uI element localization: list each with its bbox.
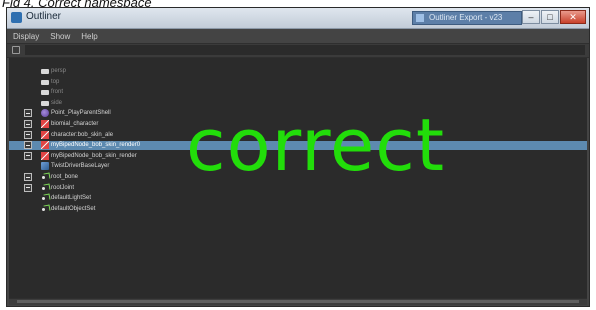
menu-bar: Display Show Help [7,29,589,43]
tree-item-label: root_bone [51,174,79,180]
tree-row[interactable]: biomial_character [9,120,587,129]
tree-row[interactable]: rootJoint [9,183,587,193]
tree-item-label: TwistDriverBaseLayer [51,163,110,170]
expand-toggle-icon[interactable] [24,109,32,118]
maximize-button[interactable]: □ [541,10,559,24]
camera-icon [41,79,49,85]
tree-item-label: defaultObjectSet [51,205,96,212]
tree-item-label: character:bob_skin_ale [51,131,114,138]
tree-item-label: persp [51,68,67,74]
tree-item-label: Point_PlayParentShell [51,110,111,117]
tree-item-label: biomial_character [51,121,99,127]
expand-toggle-icon[interactable] [24,151,32,160]
task-app-icon [416,14,424,22]
horizontal-scrollbar[interactable] [9,298,587,305]
tree-item-label: front [51,89,64,96]
reference-icon [41,141,49,150]
menu-show[interactable]: Show [50,32,70,41]
tree-item-label: myBipedNode_bob_skin_render0 [51,142,141,149]
camera-icon [41,69,49,74]
tree-row[interactable]: character:bob_skin_ale [9,130,587,140]
tree-row[interactable]: top [9,78,587,87]
set-icon [41,109,49,118]
joint-icon [41,194,49,202]
scrollbar-thumb[interactable] [17,300,579,303]
background-task-button[interactable]: Outliner Export - v23 [412,11,522,25]
tree-row[interactable]: front [9,88,587,97]
tree-item-label: side [51,99,63,106]
tree-row[interactable]: defaultLightSet [9,194,587,203]
tree-row[interactable]: persp [9,67,587,76]
tree-item-label: defaultLightSet [51,195,92,202]
reference-icon [41,151,49,160]
app-icon [11,12,22,23]
filter-icon[interactable] [12,46,20,54]
window-controls: – □ ✕ [521,10,586,25]
close-button[interactable]: ✕ [560,10,586,24]
tree-row[interactable]: side [9,99,587,108]
reference-icon [41,130,49,139]
menu-display[interactable]: Display [13,32,39,41]
tree-item-label: myBipedNode_bob_skin_render [51,152,137,159]
filter-input[interactable] [25,45,585,55]
tree-item-label: rootJoint [51,184,75,191]
minimize-button[interactable]: – [522,10,540,24]
menu-help[interactable]: Help [81,32,97,41]
close-icon: ✕ [569,12,577,22]
background-task-label: Outliner Export - v23 [429,13,503,22]
tree-row[interactable]: defaultObjectSet [9,205,587,214]
expand-toggle-icon[interactable] [24,120,32,128]
tree-row[interactable]: Point_PlayParentShell [9,109,587,118]
title-bar[interactable]: Outliner Outliner Export - v23 – □ ✕ [7,8,589,29]
outliner-tree[interactable]: persp top front side Point_PlayParentShellbi… [9,58,587,298]
reference-icon [41,120,49,128]
clip-icon [41,162,49,171]
outliner-window: Outliner Outliner Export - v23 – □ ✕ Dis… [6,7,590,307]
maximize-icon: □ [547,12,553,22]
tree-row[interactable]: myBipedNode_bob_skin_render [9,151,587,161]
tree-row[interactable]: TwistDriverBaseLayer [9,162,587,171]
expand-toggle-icon[interactable] [24,183,32,192]
tree-row[interactable]: myBipedNode_bob_skin_render0 [9,141,587,151]
expand-toggle-icon[interactable] [24,130,32,139]
tree-item-label: top [51,78,60,85]
window-title: Outliner [26,11,62,22]
joint-icon [41,173,49,181]
joint-icon [41,205,49,213]
camera-icon [41,100,49,106]
camera-icon [41,90,49,96]
expand-toggle-icon[interactable] [24,173,32,181]
minimize-icon: – [528,12,534,22]
expand-toggle-icon[interactable] [24,141,32,150]
filter-row [7,43,589,58]
joint-icon [41,184,49,192]
tree-row[interactable]: root_bone [9,173,587,182]
